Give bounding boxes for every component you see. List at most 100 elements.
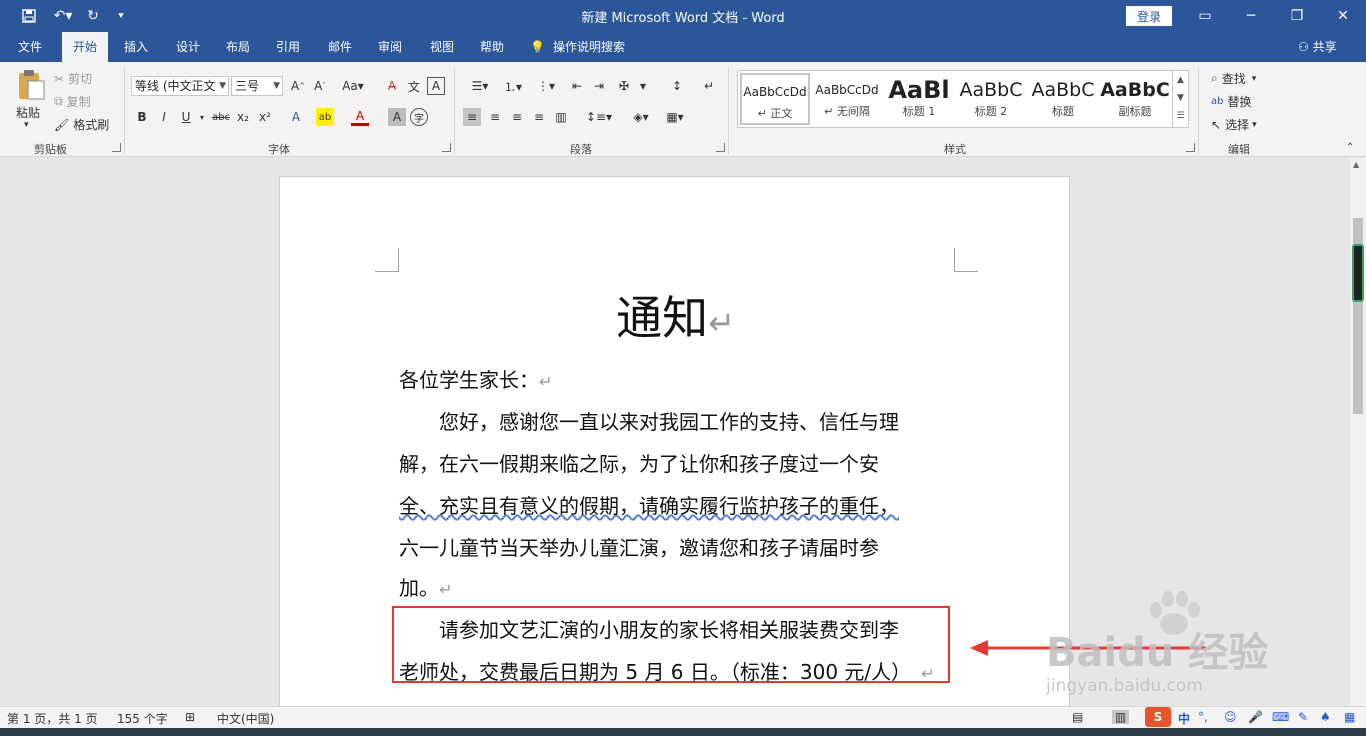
document-title[interactable]: 通知↵ (280, 282, 1071, 348)
sogou-ime-icon[interactable]: S (1145, 707, 1171, 727)
format-painter-button[interactable]: 🖌 格式刷 (54, 116, 109, 133)
body-line[interactable]: 六一儿童节当天举办儿童汇演，邀请您和孩子请届时参 (399, 532, 879, 561)
body-line[interactable]: 您好，感谢您一直以来对我园工作的支持、信任与理 (399, 406, 899, 435)
ime-language[interactable]: 中 (1178, 710, 1190, 727)
font-launcher-icon[interactable] (442, 143, 451, 152)
line-spacing-icon[interactable]: ↕≡▾ (584, 108, 614, 126)
show-marks-icon[interactable]: ↵ (700, 77, 718, 95)
grid-icon[interactable]: ▦ (1344, 710, 1355, 724)
chinese-layout-icon[interactable]: ✠ (615, 77, 633, 95)
clipboard-launcher-icon[interactable] (112, 143, 121, 152)
language-status[interactable]: 中文(中国) (217, 710, 274, 727)
align-center-icon[interactable]: ≡ (486, 108, 504, 126)
find-button[interactable]: ⌕ 查找 ▾ (1211, 70, 1256, 87)
tab-layout[interactable]: 布局 (216, 32, 260, 62)
word-count[interactable]: 155 个字 (117, 710, 168, 727)
keyboard-icon[interactable]: ⌨ (1272, 710, 1289, 724)
share-button[interactable]: ⚇ 共享 (1298, 32, 1337, 62)
read-mode-icon[interactable]: ▤ (1072, 710, 1083, 724)
align-right-icon[interactable]: ≡ (508, 108, 526, 126)
proofing-icon[interactable]: ⊞ (185, 710, 195, 724)
decrease-indent-icon[interactable]: ⇤ (568, 77, 586, 95)
login-button[interactable]: 登录 (1126, 6, 1172, 26)
paste-icon[interactable] (14, 68, 48, 102)
collapse-ribbon-icon[interactable]: ⌃ (1346, 142, 1354, 153)
tools-icon[interactable]: ♠ (1320, 710, 1331, 724)
select-button[interactable]: ↖ 选择 ▾ (1211, 116, 1257, 133)
emoji-icon[interactable]: ☺ (1224, 710, 1237, 724)
tab-mailings[interactable]: 邮件 (318, 32, 362, 62)
underline-dropdown-icon[interactable]: ▾ (193, 108, 211, 126)
skin-icon[interactable]: ✎ (1298, 710, 1308, 724)
cut-button[interactable]: ✂ 剪切 (54, 70, 92, 87)
bold-icon[interactable]: B (133, 108, 151, 126)
chevron-up-icon[interactable]: ▲ (1173, 71, 1188, 89)
body-line[interactable]: 全、充实且有意义的假期，请确实履行监护孩子的重任， (399, 490, 899, 519)
style-subtitle[interactable]: AaBbC 副标题 (1100, 73, 1170, 125)
paste-dropdown-icon[interactable]: ▾ (24, 120, 29, 130)
enclose-characters-icon[interactable]: 字 (410, 108, 428, 126)
tab-insert[interactable]: 插入 (114, 32, 158, 62)
superscript-icon[interactable]: x² (256, 108, 274, 126)
tell-me-search[interactable]: 💡 操作说明搜索 (530, 32, 640, 62)
tab-help[interactable]: 帮助 (470, 32, 514, 62)
multilevel-list-icon[interactable]: ⋮▾ (531, 77, 561, 95)
borders-icon[interactable]: ▦▾ (660, 108, 690, 126)
style-heading-1[interactable]: AaBl 标题 1 (884, 73, 954, 125)
bullets-icon[interactable]: ☰▾ (465, 77, 495, 95)
scroll-up-icon[interactable]: ▲ (1353, 160, 1359, 169)
character-border-icon[interactable]: A (427, 77, 445, 95)
highlight-color-icon[interactable]: ab (316, 108, 334, 126)
style-normal[interactable]: AaBbCcDd ↵ 正文 (740, 73, 810, 125)
increase-indent-icon[interactable]: ⇥ (590, 77, 608, 95)
tab-view[interactable]: 视图 (420, 32, 464, 62)
styles-launcher-icon[interactable] (1186, 143, 1195, 152)
font-size-select[interactable]: 三号 ▼ (231, 76, 283, 96)
shrink-font-icon[interactable]: Aˇ (311, 77, 329, 95)
italic-icon[interactable]: I (155, 108, 173, 126)
strikethrough-icon[interactable]: abc (210, 108, 232, 126)
punctuation-icon[interactable]: °, (1198, 710, 1208, 724)
styles-scroll[interactable]: ▲ ▼ ☰ (1172, 71, 1188, 127)
style-no-spacing[interactable]: AaBbCcDd ↵ 无间隔 (812, 73, 882, 125)
page-count[interactable]: 第 1 页，共 1 页 (7, 710, 98, 727)
tab-references[interactable]: 引用 (266, 32, 310, 62)
tab-home[interactable]: 开始 (62, 32, 108, 62)
phonetic-guide-icon[interactable]: 文 (405, 77, 423, 95)
sort-az-icon[interactable]: ↕ (668, 77, 686, 95)
print-layout-icon[interactable]: ▥ (1112, 710, 1130, 724)
close-icon[interactable]: ✕ (1320, 0, 1366, 32)
paste-button[interactable]: 粘贴 (16, 104, 40, 121)
numbering-icon[interactable]: ⒈▾ (498, 77, 528, 95)
sort-icon[interactable]: ▾ (633, 77, 653, 95)
copy-button[interactable]: ⧉ 复制 (54, 93, 91, 110)
clear-formatting-icon[interactable]: A̶ (383, 77, 401, 95)
more-styles-icon[interactable]: ☰ (1173, 107, 1188, 125)
ribbon-display-icon[interactable]: ▭ (1182, 0, 1228, 32)
shading-icon[interactable]: ◈▾ (626, 108, 656, 126)
font-color-icon[interactable]: A (351, 108, 369, 126)
style-title[interactable]: AaBbC 标题 (1028, 73, 1098, 125)
font-family-select[interactable]: 等线 (中文正文 ▼ (131, 76, 229, 96)
style-heading-2[interactable]: AaBbC 标题 2 (956, 73, 1026, 125)
greeting-line[interactable]: 各位学生家长：↵ (399, 364, 552, 393)
tab-design[interactable]: 设计 (166, 32, 210, 62)
body-line[interactable]: 解，在六一假期来临之际，为了让你和孩子度过一个安 (399, 448, 879, 477)
tab-file[interactable]: 文件 (8, 32, 52, 62)
paragraph-launcher-icon[interactable] (716, 143, 725, 152)
chevron-down-icon[interactable]: ▼ (1173, 89, 1188, 107)
voice-icon[interactable]: 🎤 (1248, 710, 1263, 724)
align-left-icon[interactable]: ≡ (463, 108, 481, 126)
text-effects-icon[interactable]: A (287, 108, 305, 126)
tab-review[interactable]: 审阅 (368, 32, 412, 62)
vertical-scrollbar[interactable]: ▲ (1350, 158, 1366, 706)
justify-icon[interactable]: ≡ (530, 108, 548, 126)
restore-icon[interactable]: ❐ (1274, 0, 1320, 32)
subscript-icon[interactable]: x₂ (234, 108, 252, 126)
distributed-icon[interactable]: ▥ (552, 108, 570, 126)
change-case-icon[interactable]: Aa▾ (338, 77, 368, 95)
grow-font-icon[interactable]: A ^ (289, 77, 307, 95)
character-shading-icon[interactable]: A (388, 108, 406, 126)
minimize-icon[interactable]: ─ (1228, 0, 1274, 32)
replace-button[interactable]: ab 替换 (1211, 93, 1252, 110)
